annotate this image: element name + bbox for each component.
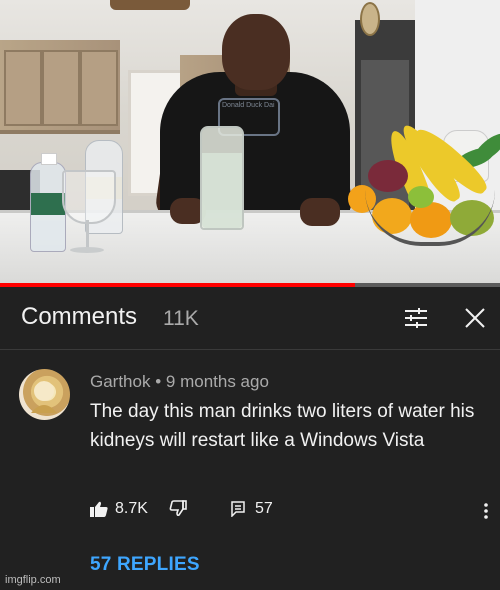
reply-button[interactable]: 57: [231, 500, 273, 518]
comment-meta: Garthok • 9 months ago: [90, 372, 269, 392]
cabinet-door: [80, 50, 118, 126]
wine-glass: [62, 170, 116, 224]
dislike-button[interactable]: [169, 500, 187, 516]
comments-title: Comments: [21, 303, 138, 330]
cabinet-door: [4, 50, 42, 126]
reply-count: 57: [255, 500, 273, 517]
person-head: [222, 14, 290, 90]
water-bottle: [30, 153, 66, 252]
thumbs-up-icon: [90, 501, 108, 517]
comments-count: 11K: [163, 307, 199, 330]
watermark: imgflip.com: [5, 574, 61, 586]
like-count: 8.7K: [115, 500, 148, 517]
grapes: [368, 160, 408, 192]
like-button[interactable]: 8.7K: [90, 500, 148, 518]
filter-sliders-icon[interactable]: [398, 300, 434, 336]
cabinet-door: [42, 50, 80, 126]
wine-glass-base: [70, 247, 104, 253]
comment-author[interactable]: Garthok: [90, 372, 150, 391]
thumbs-down-icon: [169, 500, 187, 516]
meta-separator: •: [155, 372, 162, 391]
person-hand-right: [300, 198, 340, 226]
shirt-text: Donald Duck Dai: [222, 102, 275, 109]
more-vertical-icon[interactable]: [478, 500, 494, 522]
ceiling-light: [110, 0, 190, 10]
close-icon[interactable]: [458, 300, 492, 336]
comment-time: 9 months ago: [165, 372, 269, 391]
video-player[interactable]: Donald Duck Dai: [0, 0, 500, 287]
wine-glass-stem: [86, 220, 89, 248]
avatar[interactable]: [19, 369, 70, 420]
comment-text: The day this man drinks two liters of wa…: [90, 401, 475, 451]
reply-icon: [231, 501, 245, 517]
tall-water-glass: [200, 126, 244, 230]
view-replies-link[interactable]: 57 REPLIES: [90, 554, 200, 576]
wall-clock: [360, 2, 380, 36]
